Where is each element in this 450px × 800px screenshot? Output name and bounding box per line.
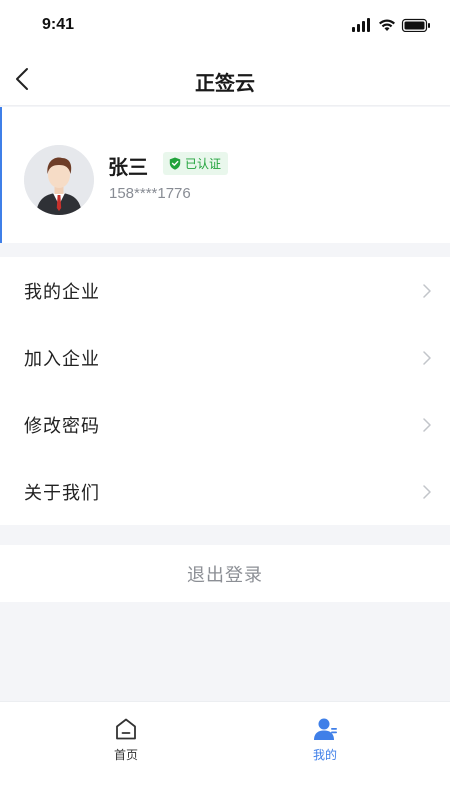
tab-home-label: 首页: [113, 748, 138, 762]
page-title: 正签云: [195, 71, 255, 95]
chevron-right-icon: [423, 351, 431, 365]
menu-item-label: 修改密码: [24, 415, 100, 437]
status-bar: 9:41: [0, 0, 450, 52]
status-icons: [352, 18, 430, 32]
verified-badge: 已认证: [163, 152, 229, 175]
menu-item-label: 关于我们: [24, 482, 100, 504]
menu-item-label: 加入企业: [24, 348, 100, 370]
chevron-right-icon: [423, 418, 431, 432]
avatar[interactable]: [24, 145, 94, 215]
home-icon: [116, 718, 136, 740]
user-name: 张三: [108, 155, 148, 179]
menu-item-label: 我的企业: [24, 281, 100, 303]
tab-mine[interactable]: 我的: [285, 716, 365, 768]
shield-check-icon: [169, 157, 181, 170]
menu-item-change-password[interactable]: 修改密码: [0, 391, 450, 458]
user-icon: [314, 718, 337, 740]
status-time: 9:41: [42, 16, 75, 33]
avatar-image: [24, 145, 94, 215]
chevron-right-icon: [423, 284, 431, 298]
battery-icon: [401, 18, 430, 32]
menu-item-about-us[interactable]: 关于我们: [0, 458, 450, 525]
logout-label: 退出登录: [187, 564, 263, 586]
logout-button[interactable]: 退出登录: [0, 545, 450, 602]
menu-item-my-enterprise[interactable]: 我的企业: [0, 257, 450, 324]
wifi-icon: [379, 19, 395, 31]
menu-item-join-enterprise[interactable]: 加入企业: [0, 324, 450, 391]
tab-home[interactable]: 首页: [86, 716, 166, 768]
user-phone: 158****1776: [109, 185, 191, 202]
signal-icon: [352, 18, 370, 32]
tab-mine-label: 我的: [312, 748, 337, 762]
verified-badge-label: 已认证: [185, 157, 222, 171]
profile-card[interactable]: 张三 已认证 158****1776: [0, 107, 450, 243]
menu-list: 我的企业 加入企业 修改密码 关于我们: [0, 257, 450, 525]
nav-bar: 正签云: [0, 52, 450, 106]
chevron-right-icon: [423, 485, 431, 499]
tab-bar: 首页 我的: [0, 701, 450, 800]
